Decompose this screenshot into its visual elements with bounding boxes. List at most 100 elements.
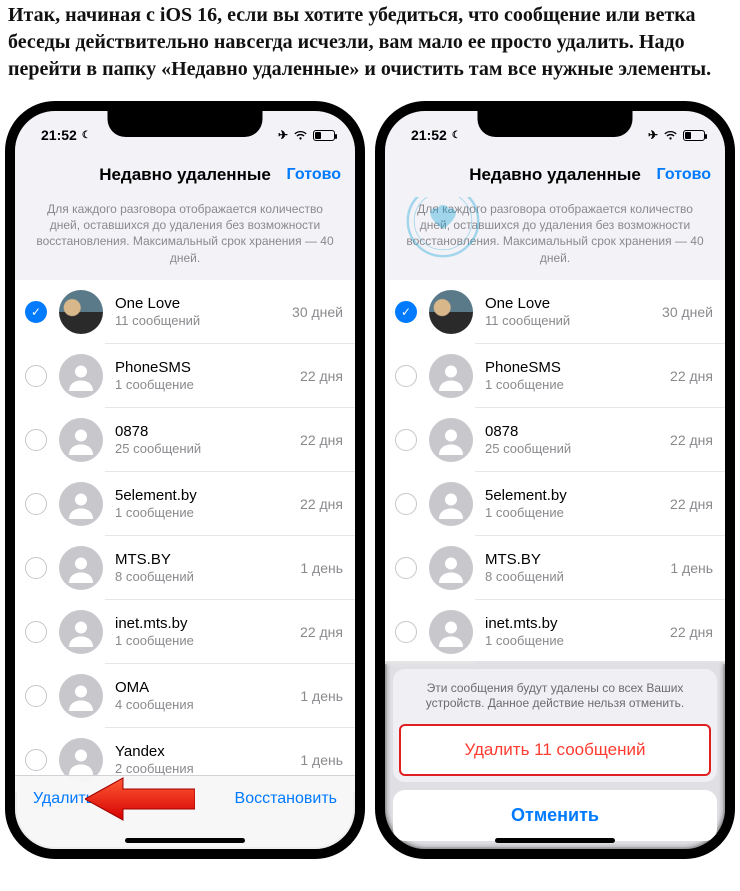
conversation-subtitle: 1 сообщение [115,505,292,520]
conversation-subtitle: 8 сообщений [115,569,292,584]
wifi-icon [663,130,678,141]
conversation-row[interactable]: ✓One Love11 сообщений30 дней [15,280,355,344]
sheet-cancel-button[interactable]: Отменить [393,790,717,841]
dnd-icon: ☾ [82,130,91,141]
nav-bar: Недавно удаленные Готово [385,153,725,197]
select-circle[interactable] [25,557,47,579]
battery-icon [683,130,705,141]
avatar [429,610,473,654]
conversation-row[interactable]: PhoneSMS1 сообщение 22 дня [15,344,355,408]
conversation-name: MTS.BY [115,551,292,568]
conversation-row[interactable]: 5element.by1 сообщение 22 дня [15,472,355,536]
status-time: 21:52 [41,127,77,143]
days-remaining: 1 день [300,752,343,768]
select-circle[interactable] [25,429,47,451]
conversation-row[interactable]: ✓ One Love11 сообщений 30 дней [385,280,725,344]
avatar [59,482,103,526]
check-icon: ✓ [31,305,41,319]
conversation-subtitle: 25 сообщений [115,441,292,456]
conversation-row[interactable]: 5element.by1 сообщение22 дня [385,472,725,536]
days-remaining: 30 дней [292,304,343,320]
sheet-delete-button[interactable]: Удалить 11 сообщений [399,724,711,776]
conversation-subtitle: 1 сообщение [115,377,292,392]
conversation-name: MTS.BY [485,551,662,568]
select-circle[interactable] [395,621,417,643]
days-remaining: 22 дня [670,624,713,640]
conversation-row[interactable]: 087825 сообщений 22 дня [15,408,355,472]
conversation-name: PhoneSMS [115,359,292,376]
conversation-name: 0878 [115,423,292,440]
phone-right: 21:52 ☾ ✈ Недавно удаленные Готово Для к… [375,101,735,859]
conversation-name: OMA [115,679,292,696]
select-circle[interactable] [25,685,47,707]
conversation-name: inet.mts.by [485,615,662,632]
avatar [59,418,103,462]
avatar [59,546,103,590]
done-button[interactable]: Готово [657,166,711,184]
annotation-arrow-icon [85,775,195,823]
days-remaining: 22 дня [670,432,713,448]
days-remaining: 30 дней [662,304,713,320]
select-circle[interactable] [25,621,47,643]
conversation-row[interactable]: 087825 сообщений 22 дня [385,408,725,472]
conversation-subtitle: 11 сообщений [485,313,654,328]
days-remaining: 22 дня [300,432,343,448]
conversation-subtitle: 1 сообщение [485,377,662,392]
airplane-icon: ✈ [648,128,658,142]
restore-button[interactable]: Восстановить [235,790,337,808]
conversation-name: One Love [485,295,654,312]
conversation-subtitle: 1 сообщение [115,633,292,648]
days-remaining: 1 день [670,560,713,576]
action-sheet: Эти сообщения будут удалены со всех Ваши… [385,661,725,849]
conversation-subtitle: 1 сообщение [485,505,662,520]
conversation-row[interactable]: inet.mts.by1 сообщение22 дня [385,600,725,664]
avatar [59,674,103,718]
nav-title: Недавно удаленные [99,165,271,185]
select-circle[interactable]: ✓ [395,301,417,323]
conversation-subtitle: 4 сообщения [115,697,292,712]
conversation-name: 5element.by [115,487,292,504]
days-remaining: 22 дня [300,496,343,512]
select-circle[interactable]: ✓ [25,301,47,323]
select-circle[interactable] [395,365,417,387]
days-remaining: 22 дня [300,624,343,640]
status-time: 21:52 [411,127,447,143]
conversation-row[interactable]: MTS.BY8 сообщений 1 день [385,536,725,600]
conversation-list: ✓One Love11 сообщений30 днейPhoneSMS1 со… [15,280,355,792]
days-remaining: 22 дня [670,496,713,512]
avatar [429,418,473,462]
conversation-name: 0878 [485,423,662,440]
avatar [429,354,473,398]
avatar [59,354,103,398]
header-description: Для каждого разговора отображается колич… [385,197,725,280]
notch [478,109,633,137]
dnd-icon: ☾ [452,130,461,141]
done-button[interactable]: Готово [287,166,341,184]
wifi-icon [293,130,308,141]
select-circle[interactable] [395,557,417,579]
intro-paragraph: Итак, начиная с iOS 16, если вы хотите у… [0,0,740,101]
conversation-row[interactable]: MTS.BY8 сообщений 1 день [15,536,355,600]
airplane-icon: ✈ [278,128,288,142]
conversation-row[interactable]: OMA4 сообщения1 день [15,664,355,728]
avatar [59,610,103,654]
nav-title: Недавно удаленные [469,165,641,185]
select-circle[interactable] [395,493,417,515]
select-circle[interactable] [395,429,417,451]
select-circle[interactable] [25,493,47,515]
home-indicator [125,838,245,843]
avatar [429,290,473,334]
select-circle[interactable] [25,749,47,771]
check-icon: ✓ [401,305,411,319]
conversation-list: ✓One Love11 сообщений30 днейPhoneSMS1 со… [385,280,725,664]
days-remaining: 1 день [300,560,343,576]
conversation-name: Yandex [115,743,292,760]
conversation-row[interactable]: PhoneSMS1 сообщение22 дня [385,344,725,408]
select-circle[interactable] [25,365,47,387]
conversation-row[interactable]: inet.mts.by1 сообщение22 дня [15,600,355,664]
avatar [429,482,473,526]
days-remaining: 22 дня [300,368,343,384]
conversation-subtitle: 8 сообщений [485,569,662,584]
conversation-subtitle: 25 сообщений [485,441,662,456]
conversation-name: PhoneSMS [485,359,662,376]
